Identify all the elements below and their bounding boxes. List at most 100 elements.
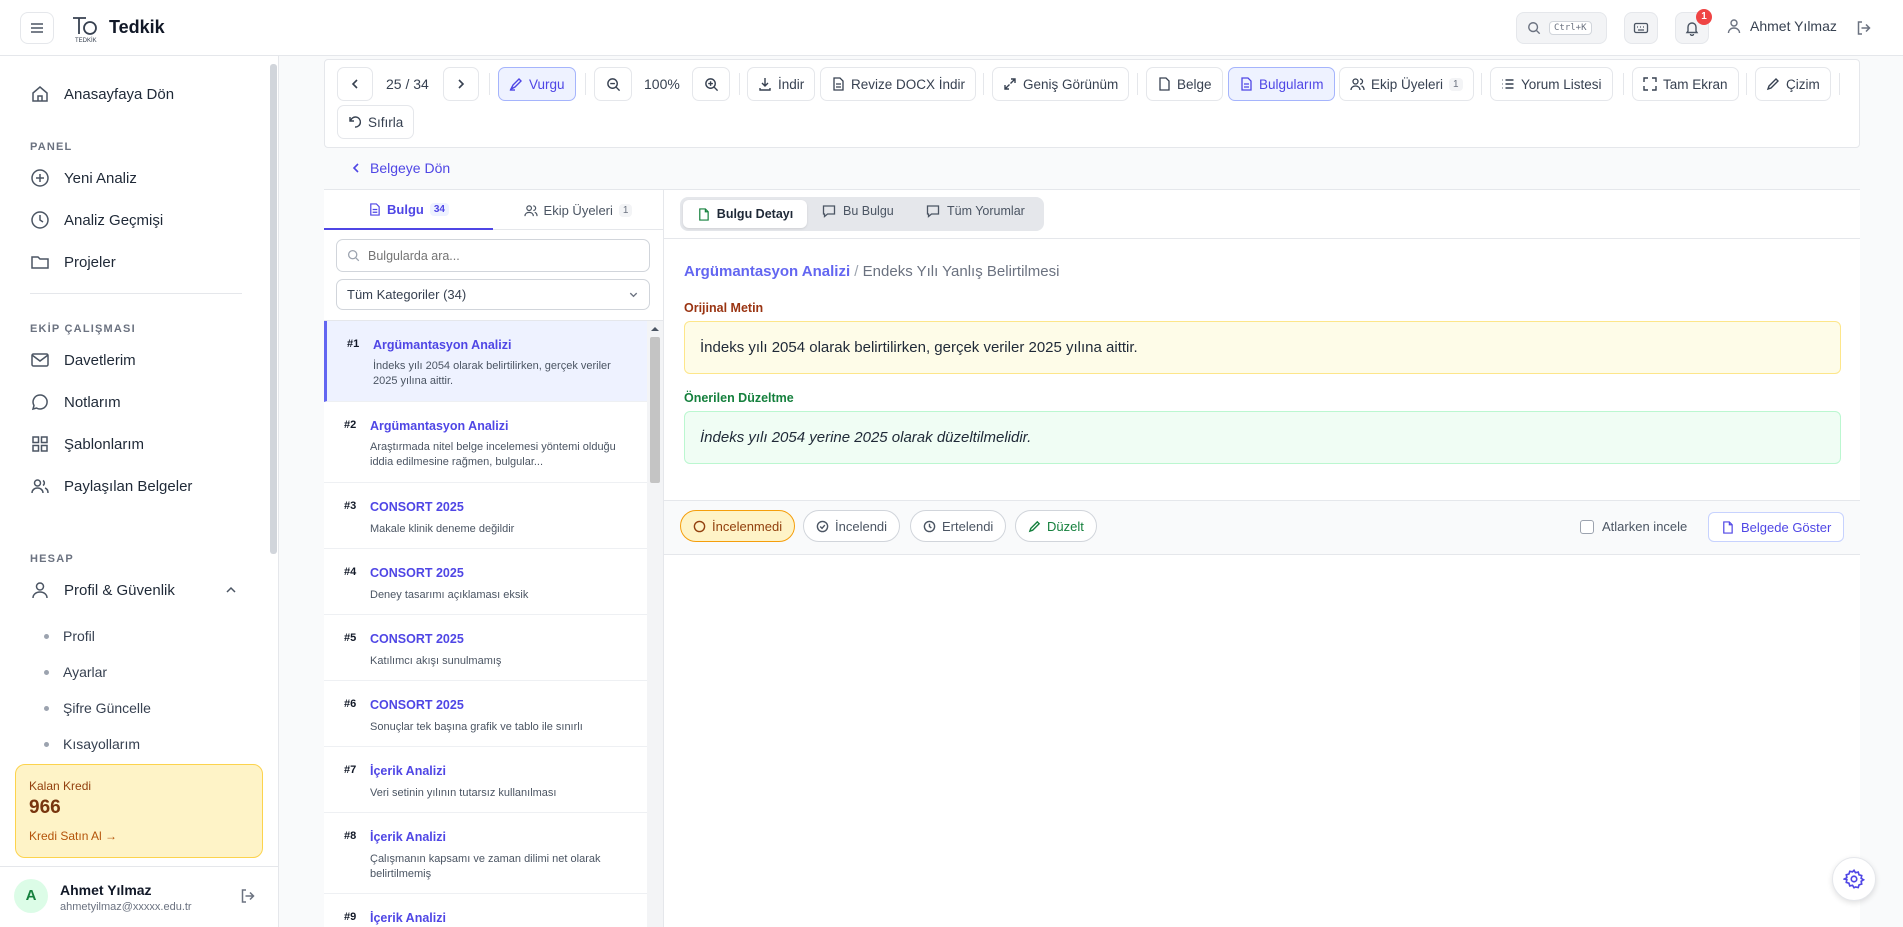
finding-breadcrumb: Argümantasyon Analizi / Endeks Yılı Yanl… [684, 263, 1059, 280]
bullet-dot [44, 741, 49, 747]
check-circle-icon [816, 520, 829, 532]
back-bar [324, 150, 1860, 190]
category-select[interactable]: Tüm Kategoriler (34) [336, 279, 650, 310]
notifications-button[interactable]: 1 [1675, 9, 1712, 44]
toolbar-separator [585, 73, 586, 95]
divider [0, 866, 279, 867]
findings-list: #1 Argümantasyon Analizi İndeks yılı 205… [324, 320, 663, 927]
sidebar-subitem-label: Şifre Güncelle [63, 700, 151, 716]
toolbar-separator [1623, 73, 1624, 95]
review-on-skip-checkbox[interactable] [1580, 519, 1594, 534]
top-bar: TEDKİK Tedkik Ctrl+K 1 Ahmet Yılmaz [0, 0, 1903, 56]
floating-settings-button[interactable] [1832, 857, 1876, 901]
search-icon [347, 249, 360, 262]
wide-view-button[interactable]: Geniş Görünüm [992, 67, 1130, 101]
finding-category: İçerik Analizi [370, 911, 446, 925]
sidebar-item-home[interactable]: Anasayfaya Dön [30, 84, 174, 104]
list-item-finding-7[interactable]: #7 İçerik Analizi Veri setinin yılının t… [324, 747, 663, 813]
suggested-fix-box: İndeks yılı 2054 yerine 2025 olarak düze… [684, 411, 1841, 464]
tab-this-finding[interactable]: Bu Bulgu [822, 204, 894, 218]
status-not-reviewed-button[interactable]: İncelenmedi [680, 510, 796, 542]
sidebar-item-label: Notlarım [64, 393, 121, 411]
zoom-in-button[interactable] [692, 67, 730, 101]
finding-category: Argümantasyon Analizi [370, 419, 509, 433]
findings-search-box [336, 239, 650, 272]
finding-number: #6 [344, 698, 357, 710]
sidebar-item-templates[interactable]: Şablonlarım [30, 434, 144, 454]
list-item-finding-5[interactable]: #5 CONSORT 2025 Katılımcı akışı sunulmam… [324, 615, 663, 681]
buy-credit-link[interactable]: Kredi Satın Al → [29, 829, 117, 843]
reset-button[interactable]: Sıfırla [337, 105, 415, 139]
list-scrollbar-track[interactable] [647, 321, 663, 927]
zoom-out-button[interactable] [594, 67, 632, 101]
list-item-finding-2[interactable]: #2 Argümantasyon Analizi Araştırmada nit… [324, 402, 663, 483]
shortcut-hint: Ctrl+K [1549, 21, 1592, 35]
keyboard-icon [1633, 22, 1649, 34]
sidebar-subitem-settings[interactable]: Ayarlar [44, 664, 107, 680]
sidebar-subitem-shortcuts[interactable]: Kısayollarım [44, 736, 140, 752]
finding-description: Araştırmada nitel belge incelemesi yönte… [370, 441, 616, 468]
keyboard-shortcuts-button[interactable] [1624, 12, 1658, 44]
fix-button[interactable]: Düzelt [1015, 510, 1097, 542]
sidebar-item-notes[interactable]: Notlarım [30, 392, 121, 412]
download-button[interactable]: İndir [747, 67, 816, 101]
tab-findings[interactable]: Bulgu 34 [324, 190, 493, 230]
status-postponed-button[interactable]: Ertelendi [910, 510, 1007, 542]
original-text-label: Orijinal Metin [684, 301, 764, 315]
fullscreen-button[interactable]: Tam Ekran [1632, 67, 1739, 101]
clock-icon [31, 211, 49, 229]
menu-toggle-button[interactable] [20, 12, 54, 44]
fullscreen-icon [1643, 77, 1657, 91]
user-menu[interactable]: Ahmet Yılmaz [1726, 18, 1837, 34]
divider [664, 238, 1860, 239]
sidebar-logout-button[interactable] [239, 887, 257, 905]
sidebar-item-shared-documents[interactable]: Paylaşılan Belgeler [30, 476, 192, 496]
sidebar-group-profile-security[interactable]: Profil & Güvenlik [30, 580, 240, 600]
list-scrollbar-thumb[interactable] [650, 337, 660, 483]
button-label: İncelenmedi [712, 518, 783, 534]
sidebar-scrollbar[interactable] [270, 64, 277, 554]
list-item-finding-9[interactable]: #9 İçerik Analizi [324, 894, 663, 927]
list-item-finding-8[interactable]: #8 İçerik Analizi Çalışmanın kapsamı ve … [324, 813, 663, 894]
status-reviewed-button[interactable]: İncelendi [803, 510, 901, 542]
sidebar-subitem-password[interactable]: Şifre Güncelle [44, 700, 151, 716]
document-button[interactable]: Belge [1146, 67, 1223, 101]
command-search-button[interactable]: Ctrl+K [1516, 12, 1607, 44]
mail-icon [31, 353, 49, 367]
logout-button[interactable] [1855, 19, 1873, 37]
sidebar-item-projects[interactable]: Projeler [30, 252, 116, 272]
my-findings-button[interactable]: Bulgularım [1228, 67, 1335, 101]
draw-button[interactable]: Çizim [1755, 67, 1831, 101]
next-page-button[interactable] [443, 67, 479, 101]
show-in-document-button[interactable]: Belgede Göster [1708, 512, 1845, 542]
section-heading-account: HESAP [30, 553, 74, 565]
prev-page-button[interactable] [337, 67, 373, 101]
list-item-finding-4[interactable]: #4 CONSORT 2025 Deney tasarımı açıklamas… [324, 549, 663, 615]
sidebar-item-analysis-history[interactable]: Analiz Geçmişi [30, 210, 163, 230]
chevron-down-icon [629, 292, 638, 298]
revise-docx-download-button[interactable]: Revize DOCX İndir [820, 67, 977, 101]
tab-all-comments[interactable]: Tüm Yorumlar [926, 204, 1025, 218]
comment-list-button[interactable]: Yorum Listesi [1490, 67, 1613, 101]
finding-category: Argümantasyon Analizi [373, 338, 512, 352]
comment-icon [822, 205, 836, 218]
finding-description: Katılımcı akışı sunulmamış [370, 655, 502, 667]
list-item-finding-6[interactable]: #6 CONSORT 2025 Sonuçlar tek başına graf… [324, 681, 663, 747]
zoom-out-icon [606, 77, 620, 91]
sidebar-item-new-analysis[interactable]: Yeni Analiz [30, 168, 137, 188]
team-members-button[interactable]: Ekip Üyeleri 1 [1339, 67, 1474, 101]
highlight-button[interactable]: Vurgu [498, 67, 576, 101]
findings-search-input[interactable] [368, 248, 628, 263]
list-item-finding-3[interactable]: #3 CONSORT 2025 Makale klinik deneme değ… [324, 483, 663, 549]
suggested-fix-label: Önerilen Düzeltme [684, 391, 794, 405]
sidebar-item-label: Yeni Analiz [64, 169, 137, 187]
sidebar-subitem-profile[interactable]: Profil [44, 628, 95, 644]
sidebar-item-invitations[interactable]: Davetlerim [30, 350, 136, 370]
zoom-level: 100% [644, 76, 680, 92]
list-item-finding-1[interactable]: #1 Argümantasyon Analizi İndeks yılı 205… [324, 321, 663, 402]
tab-team-members[interactable]: Ekip Üyeleri 1 [493, 190, 663, 230]
back-to-document-link[interactable]: Belgeye Dön [350, 160, 450, 176]
finding-description: Sonuçlar tek başına grafik ve tablo ile … [370, 721, 583, 733]
tab-finding-detail[interactable]: Bulgu Detayı [683, 200, 807, 228]
review-on-skip-toggle[interactable]: Atlarken incele [1580, 519, 1687, 534]
